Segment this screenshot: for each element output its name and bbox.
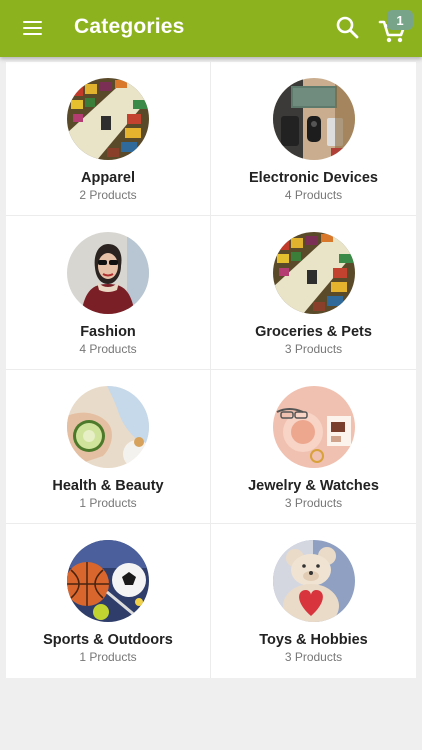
- jewelry-flatlay-image: [272, 386, 355, 468]
- category-product-count: 4 Products: [284, 188, 343, 202]
- category-card-electronic-devices[interactable]: Electronic Devices 4 Products: [211, 62, 416, 216]
- category-name: Electronic Devices: [249, 170, 378, 186]
- category-name: Fashion: [80, 324, 136, 340]
- menu-button[interactable]: [12, 8, 52, 48]
- category-image-electronic-devices: [272, 78, 355, 160]
- category-image-toys-hobbies: [272, 540, 355, 622]
- category-product-count: 1 Products: [79, 650, 137, 664]
- category-image-fashion: [67, 232, 149, 314]
- spa-cucumber-image: [67, 386, 149, 468]
- category-product-count: 2 Products: [79, 188, 137, 202]
- category-name: Health & Beauty: [52, 478, 164, 494]
- search-button[interactable]: [332, 12, 364, 44]
- category-card-health-beauty[interactable]: Health & Beauty 1 Products: [6, 370, 211, 524]
- category-card-jewelry-watches[interactable]: Jewelry & Watches 3 Products: [211, 370, 416, 524]
- category-name: Apparel: [81, 170, 135, 186]
- teddy-bear-image: [272, 540, 355, 622]
- category-name: Toys & Hobbies: [259, 632, 368, 648]
- gadgets-flatlay-image: [272, 78, 355, 160]
- category-product-count: 1 Products: [79, 496, 137, 510]
- category-image-sports-outdoors: [67, 540, 149, 622]
- category-image-groceries-pets: [272, 232, 355, 314]
- category-card-apparel[interactable]: Apparel 2 Products: [6, 62, 211, 216]
- category-name: Jewelry & Watches: [248, 478, 379, 494]
- category-product-count: 3 Products: [284, 342, 343, 356]
- category-card-toys-hobbies[interactable]: Toys & Hobbies 3 Products: [211, 524, 416, 678]
- market-shelves-image: [67, 78, 149, 160]
- woman-sunglasses-image: [67, 232, 149, 314]
- category-grid: Apparel 2 Products Electronic Devices 4 …: [6, 62, 416, 678]
- category-name: Groceries & Pets: [255, 324, 372, 340]
- category-image-health-beauty: [67, 386, 149, 468]
- cart-count-badge: 1: [387, 10, 413, 30]
- category-name: Sports & Outdoors: [43, 632, 173, 648]
- category-card-sports-outdoors[interactable]: Sports & Outdoors 1 Products: [6, 524, 211, 678]
- search-icon: [336, 16, 359, 39]
- category-product-count: 4 Products: [79, 342, 137, 356]
- sports-balls-image: [67, 540, 149, 622]
- category-product-count: 3 Products: [284, 496, 343, 510]
- category-product-count: 3 Products: [284, 650, 343, 664]
- page-title: Categories: [74, 15, 185, 38]
- category-image-apparel: [67, 78, 149, 160]
- category-card-groceries-pets[interactable]: Groceries & Pets 3 Products: [211, 216, 416, 370]
- category-image-jewelry-watches: [272, 386, 355, 468]
- market-shelves-image: [272, 232, 355, 314]
- app-bar: Categories 1: [0, 0, 422, 57]
- category-card-fashion[interactable]: Fashion 4 Products: [6, 216, 211, 370]
